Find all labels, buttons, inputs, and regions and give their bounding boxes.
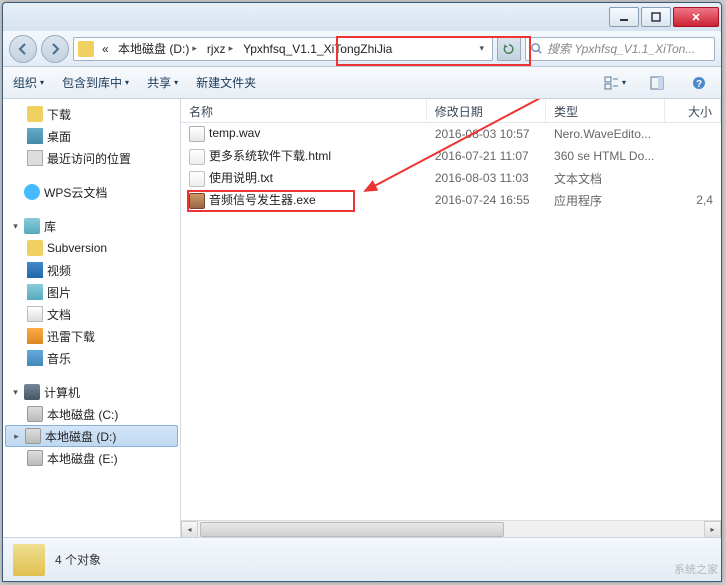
tree-xunlei[interactable]: 迅雷下载 bbox=[3, 325, 180, 347]
tree-music[interactable]: 音乐 bbox=[3, 347, 180, 369]
file-row[interactable]: 更多系统软件下载.html 2016-07-21 11:07 360 se HT… bbox=[181, 145, 721, 167]
documents-icon bbox=[27, 306, 43, 322]
desktop-icon bbox=[27, 128, 43, 144]
collapse-icon[interactable] bbox=[11, 188, 20, 197]
include-library-menu[interactable]: 包含到库中▾ bbox=[62, 74, 129, 91]
titlebar bbox=[3, 3, 721, 31]
tree-pictures[interactable]: 图片 bbox=[3, 281, 180, 303]
expand-icon[interactable]: ▸ bbox=[12, 432, 21, 441]
txt-file-icon bbox=[189, 171, 205, 187]
help-button[interactable]: ? bbox=[687, 72, 711, 94]
maximize-button[interactable] bbox=[641, 7, 671, 27]
xunlei-icon bbox=[27, 328, 43, 344]
col-header-date[interactable]: 修改日期 bbox=[427, 99, 546, 122]
preview-pane-button[interactable] bbox=[645, 72, 669, 94]
tree-subversion[interactable]: Subversion bbox=[3, 237, 180, 259]
video-icon bbox=[27, 262, 43, 278]
search-icon bbox=[530, 42, 543, 55]
drive-icon bbox=[27, 450, 43, 466]
refresh-button[interactable] bbox=[497, 37, 521, 61]
search-input[interactable]: 搜索 Ypxhfsq_V1.1_XiTon... bbox=[525, 37, 715, 61]
tree-recent[interactable]: 最近访问的位置 bbox=[3, 147, 180, 169]
column-headers: 名称 修改日期 类型 大小 bbox=[181, 99, 721, 123]
file-row[interactable]: temp.wav 2016-08-03 10:57 Nero.WaveEdito… bbox=[181, 123, 721, 145]
organize-menu[interactable]: 组织▾ bbox=[13, 74, 44, 91]
tree-videos[interactable]: 视频 bbox=[3, 259, 180, 281]
html-file-icon bbox=[189, 149, 205, 165]
file-row[interactable]: 使用说明.txt 2016-08-03 11:03 文本文档 bbox=[181, 167, 721, 189]
navigation-bar: « 本地磁盘 (D:)▸ rjxz▸ Ypxhfsq_V1.1_XiTongZh… bbox=[3, 31, 721, 67]
toolbar: 组织▾ 包含到库中▾ 共享▾ 新建文件夹 ▾ ? bbox=[3, 67, 721, 99]
cloud-icon bbox=[24, 184, 40, 200]
scroll-right-button[interactable]: ▸ bbox=[704, 521, 721, 537]
folder-icon bbox=[27, 240, 43, 256]
status-text: 4 个对象 bbox=[55, 551, 101, 568]
pictures-icon bbox=[27, 284, 43, 300]
drive-icon bbox=[25, 428, 41, 444]
col-header-size[interactable]: 大小 bbox=[665, 99, 721, 122]
status-bar: 4 个对象 bbox=[3, 537, 721, 581]
explorer-window: « 本地磁盘 (D:)▸ rjxz▸ Ypxhfsq_V1.1_XiTongZh… bbox=[2, 2, 722, 582]
scroll-thumb[interactable] bbox=[200, 522, 504, 537]
tree-drive-c[interactable]: 本地磁盘 (C:) bbox=[3, 403, 180, 425]
exe-file-icon bbox=[189, 193, 205, 209]
tree-documents[interactable]: 文档 bbox=[3, 303, 180, 325]
dropdown-arrow-icon[interactable]: ▾ bbox=[475, 43, 488, 54]
folder-icon bbox=[78, 41, 94, 57]
breadcrumb-segment[interactable]: « 本地磁盘 (D:)▸ bbox=[98, 40, 203, 57]
scroll-left-button[interactable]: ◂ bbox=[181, 521, 198, 537]
downloads-icon bbox=[27, 106, 43, 122]
tree-drive-e[interactable]: 本地磁盘 (E:) bbox=[3, 447, 180, 469]
breadcrumb-segment[interactable]: Ypxhfsq_V1.1_XiTongZhiJia bbox=[239, 42, 398, 56]
tree-desktop[interactable]: 桌面 bbox=[3, 125, 180, 147]
collapse-icon[interactable]: ▾ bbox=[11, 388, 20, 397]
file-list-pane: 名称 修改日期 类型 大小 temp.wav 2016-08-03 10:57 … bbox=[181, 99, 721, 537]
svg-text:?: ? bbox=[696, 79, 702, 90]
tree-wps-cloud[interactable]: WPS云文档 bbox=[3, 181, 180, 203]
music-icon bbox=[27, 350, 43, 366]
drive-icon bbox=[27, 406, 43, 422]
file-row[interactable]: 音频信号发生器.exe 2016-07-24 16:55 应用程序 2,4 bbox=[181, 189, 721, 211]
tree-computer[interactable]: ▾计算机 bbox=[3, 381, 180, 403]
tree-downloads[interactable]: 下载 bbox=[3, 103, 180, 125]
breadcrumb-segment[interactable]: rjxz▸ bbox=[203, 42, 239, 56]
horizontal-scrollbar[interactable]: ◂ ▸ bbox=[181, 520, 721, 537]
view-options-button[interactable]: ▾ bbox=[603, 72, 627, 94]
folder-icon bbox=[13, 544, 45, 576]
minimize-button[interactable] bbox=[609, 7, 639, 27]
back-button[interactable] bbox=[9, 35, 37, 63]
address-bar[interactable]: « 本地磁盘 (D:)▸ rjxz▸ Ypxhfsq_V1.1_XiTongZh… bbox=[73, 37, 493, 61]
share-menu[interactable]: 共享▾ bbox=[147, 74, 178, 91]
close-button[interactable] bbox=[673, 7, 719, 27]
collapse-icon[interactable]: ▾ bbox=[11, 222, 20, 231]
col-header-name[interactable]: 名称 bbox=[181, 99, 427, 122]
new-folder-button[interactable]: 新建文件夹 bbox=[196, 74, 256, 91]
body: 下载 桌面 最近访问的位置 WPS云文档 ▾库 Subversion 视频 图片… bbox=[3, 99, 721, 537]
library-icon bbox=[24, 218, 40, 234]
tree-drive-d[interactable]: ▸本地磁盘 (D:) bbox=[5, 425, 178, 447]
wav-file-icon bbox=[189, 126, 205, 142]
col-header-type[interactable]: 类型 bbox=[546, 99, 665, 122]
navigation-tree: 下载 桌面 最近访问的位置 WPS云文档 ▾库 Subversion 视频 图片… bbox=[3, 99, 181, 537]
tree-library[interactable]: ▾库 bbox=[3, 215, 180, 237]
forward-button[interactable] bbox=[41, 35, 69, 63]
computer-icon bbox=[24, 384, 40, 400]
recent-icon bbox=[27, 150, 43, 166]
